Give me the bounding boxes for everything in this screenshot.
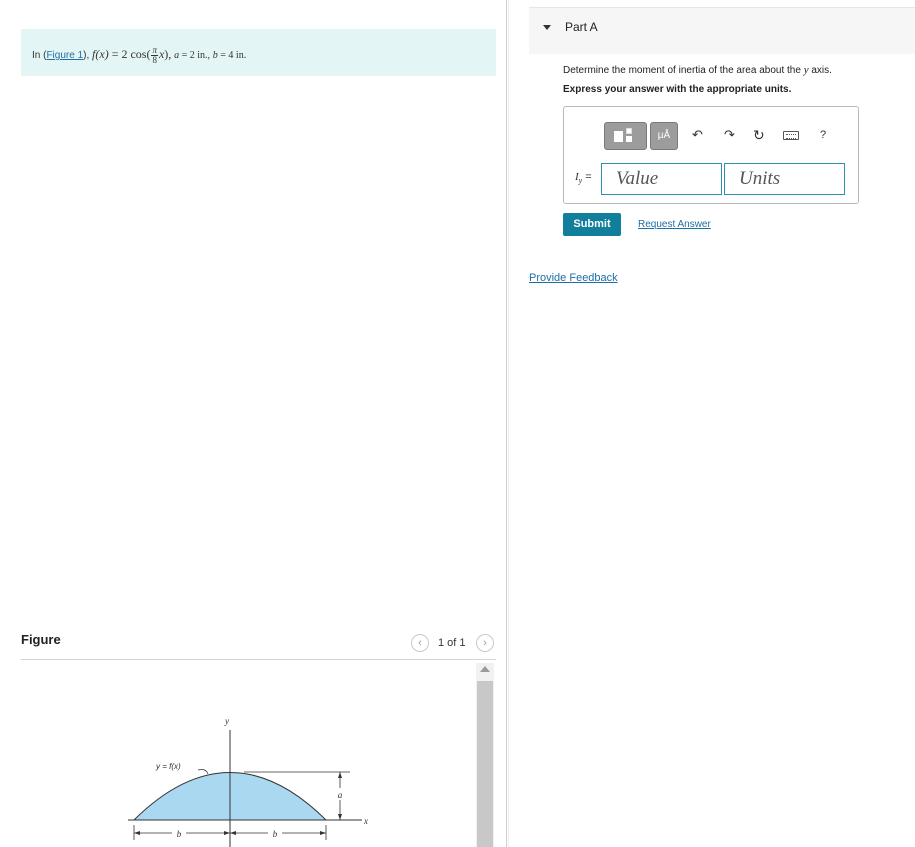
value-input[interactable]: Value [601, 163, 722, 195]
chevron-right-icon[interactable]: › [476, 634, 494, 652]
pane-divider-shadow [508, 0, 509, 847]
curve-label: y = f(x) [155, 762, 181, 771]
function-lhs: f(x) [92, 47, 109, 62]
part-title: Part A [565, 20, 598, 34]
problem-prefix: In ( [32, 50, 47, 62]
request-answer-link[interactable]: Request Answer [638, 219, 711, 230]
question-text: Determine the moment of inertia of the a… [563, 64, 832, 76]
problem-line: In (Figure 1), f(x) = 2 cos(π 8 x), a = 2 … [32, 46, 246, 65]
redo-icon[interactable]: ↷ [724, 127, 735, 143]
page-counter: 1 of 1 [438, 637, 466, 649]
y-axis-label: y [224, 716, 229, 726]
units-symbol-button[interactable]: μÅ [650, 122, 678, 150]
instruction-text: Express your answer with the appropriate… [563, 84, 792, 95]
pi-over-8-fraction: π8 [151, 45, 158, 65]
b-left-label: b [177, 829, 182, 839]
x-axis-label: x [363, 816, 368, 826]
reset-icon[interactable]: ↻ [753, 127, 765, 143]
scroll-thumb[interactable] [477, 681, 493, 847]
figure-diagram: y x y = f(x) a b b [128, 716, 368, 847]
curve-leader [197, 769, 209, 775]
caret-down-icon[interactable] [543, 25, 551, 30]
chevron-left-icon[interactable]: ‹ [411, 634, 429, 652]
b-value: = 4 in. [217, 50, 247, 62]
units-input[interactable]: Units [724, 163, 845, 195]
part-a-header[interactable]: Part A [529, 7, 915, 54]
provide-feedback-link[interactable]: Provide Feedback [529, 272, 618, 284]
problem-link-suffix: ), [83, 50, 90, 62]
figure-link[interactable]: Figure 1 [46, 50, 83, 61]
function-eq: = 2 cos( [108, 47, 151, 62]
pane-divider[interactable] [506, 0, 507, 847]
a-value: = 2 in., [179, 50, 210, 62]
undo-icon[interactable]: ↶ [692, 127, 703, 143]
problem-statement: In (Figure 1), f(x) = 2 cos(π 8 x), a = 2 … [21, 29, 496, 76]
help-button[interactable]: ? [820, 127, 826, 143]
figure-scrollbar[interactable] [476, 663, 494, 847]
figure-title: Figure [21, 632, 61, 647]
answer-box: μÅ ↶ ↷ ↻ ? Iy = Value Units [563, 106, 859, 204]
function-close: ), [164, 47, 172, 62]
submit-button[interactable]: Submit [563, 213, 621, 236]
answer-variable-label: Iy = [575, 171, 592, 186]
templates-button[interactable] [604, 122, 647, 150]
a-dim-label: a [338, 790, 343, 800]
keyboard-icon[interactable] [783, 131, 799, 140]
b-right-label: b [273, 829, 278, 839]
scroll-up-icon[interactable] [480, 666, 490, 672]
figure-divider [21, 659, 496, 660]
